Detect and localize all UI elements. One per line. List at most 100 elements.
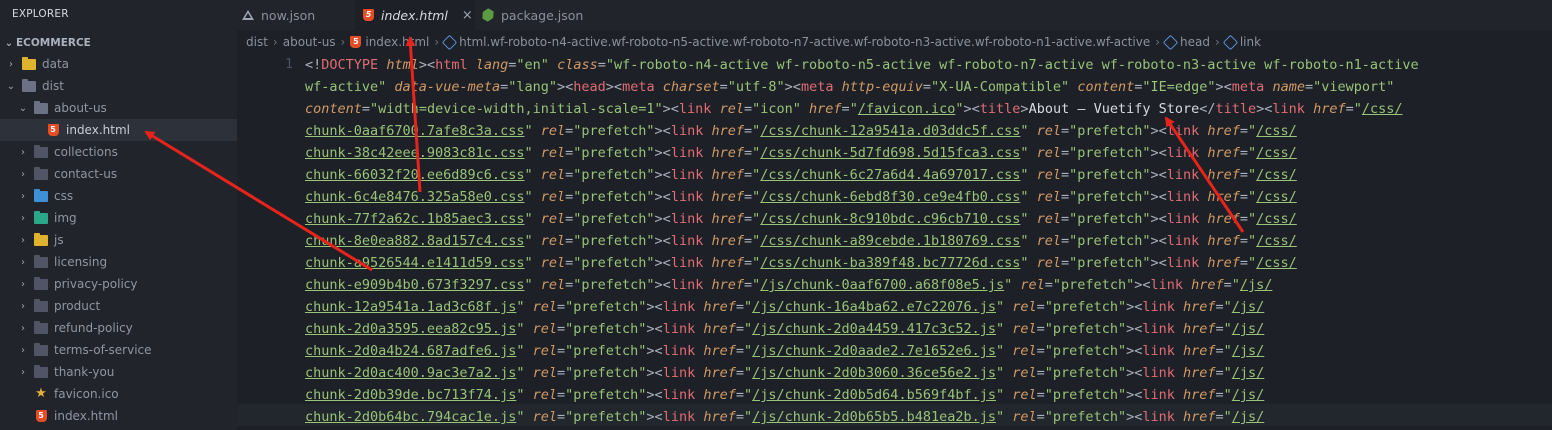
tab-now-json[interactable]: now.json xyxy=(237,0,355,30)
code-token: link xyxy=(1166,167,1200,183)
html5-icon: 5 xyxy=(45,123,61,137)
folder-blue-icon xyxy=(33,188,49,203)
breadcrumb-item[interactable]: link xyxy=(1240,35,1261,49)
code-line: chunk-0aaf6700.7afe8c3a.css" rel="prefet… xyxy=(305,120,1419,142)
tab-bar: now.json 5 index.html × package.json xyxy=(237,0,1552,30)
code-token: = xyxy=(735,343,744,359)
tree-item[interactable]: › data xyxy=(0,53,237,75)
workspace-root-label: ECOMMERCE xyxy=(16,37,91,49)
tree-item[interactable]: › refund-policy xyxy=(0,317,237,339)
breadcrumb-item[interactable]: index.html xyxy=(365,35,429,49)
code-token: /css/ xyxy=(1361,101,1403,117)
tree-item[interactable]: ⌄ dist xyxy=(0,75,237,97)
breadcrumb-item[interactable]: about-us xyxy=(283,35,336,49)
breadcrumb-item[interactable]: head xyxy=(1180,35,1210,49)
code-token: href xyxy=(1191,277,1224,293)
tree-item[interactable]: 5 index.html xyxy=(0,119,237,141)
code-token: >< xyxy=(654,211,671,227)
code-token: href xyxy=(1207,233,1240,249)
tab-index-html[interactable]: 5 index.html × xyxy=(355,0,475,30)
code-token: " xyxy=(1248,145,1257,161)
code-token: /js/chunk-2d0aade2.7e1652e6.js xyxy=(752,343,996,359)
code-token: /js/ xyxy=(1231,321,1265,337)
code-content[interactable]: <!DOCTYPE html><html lang="en" class="wf… xyxy=(305,54,1419,428)
tree-item[interactable]: 5 index.html xyxy=(0,405,237,427)
code-token: "prefetch" xyxy=(1069,233,1151,249)
code-token: link xyxy=(662,409,696,425)
code-token: chunk-2d0a4b24.687adfe6.js xyxy=(305,343,517,359)
code-token: " xyxy=(1020,123,1029,139)
tree-item[interactable]: › product xyxy=(0,295,237,317)
close-icon[interactable]: × xyxy=(462,8,473,23)
breadcrumb-separator: › xyxy=(1155,35,1161,49)
tree-item[interactable]: › collections xyxy=(0,141,237,163)
code-editor[interactable]: 1 <!DOCTYPE html><html lang="en" class="… xyxy=(237,52,1552,430)
folder-icon xyxy=(33,342,49,357)
tree-item[interactable]: ★ favicon.ico xyxy=(0,383,237,405)
code-token: >< xyxy=(418,57,436,73)
code-token: " xyxy=(1020,167,1029,183)
breadcrumb-item[interactable]: dist xyxy=(246,35,268,49)
code-token: >< xyxy=(1150,255,1167,271)
code-token: " xyxy=(744,365,753,381)
tree-item[interactable]: › contact-us xyxy=(0,163,237,185)
code-token: = xyxy=(1061,123,1070,139)
workspace-root[interactable]: ⌄ ECOMMERCE xyxy=(0,33,237,53)
code-token: = xyxy=(557,299,566,315)
tree-item-label: data xyxy=(42,57,70,71)
tree-item[interactable]: ⌄ about-us xyxy=(0,97,237,119)
tree-item[interactable]: › terms-of-service xyxy=(0,339,237,361)
breadcrumb-item[interactable]: html.wf-roboto-n4-active.wf-roboto-n5-ac… xyxy=(459,35,1150,49)
code-token: " xyxy=(1248,211,1257,227)
code-token: lang xyxy=(475,57,509,73)
code-token: " xyxy=(995,387,1005,403)
code-token: >< xyxy=(1150,233,1167,249)
code-token: = xyxy=(735,387,744,403)
code-token: >< xyxy=(646,387,663,403)
code-token: DOCTYPE xyxy=(321,57,379,73)
folder-open-icon xyxy=(21,78,37,93)
code-token: /css/chunk-ba389f48.bc77726d.css xyxy=(760,255,1021,271)
code-token: chunk-0aaf6700.7afe8c3a.css xyxy=(305,123,525,139)
code-token: /js/chunk-2d0b3060.36ce56e2.js xyxy=(752,365,996,381)
code-token: link xyxy=(670,189,704,205)
code-line: chunk-8e0ea882.8ad157c4.css" rel="prefet… xyxy=(305,230,1419,252)
code-token: >< xyxy=(654,123,671,139)
code-token: " xyxy=(995,299,1005,315)
code-token: = xyxy=(1061,255,1070,271)
code-token: = xyxy=(743,145,753,161)
tree-item[interactable]: › css xyxy=(0,185,237,207)
code-token: " xyxy=(1248,189,1257,205)
code-token: " xyxy=(524,123,533,139)
code-token: " xyxy=(1020,233,1029,249)
folder-icon xyxy=(33,276,49,291)
code-token: rel xyxy=(532,409,557,425)
tree-item[interactable]: › img xyxy=(0,207,237,229)
code-token: link xyxy=(1150,277,1183,293)
tree-item[interactable]: › thank-you xyxy=(0,361,237,383)
code-token: >< xyxy=(662,101,679,117)
code-token: " xyxy=(1248,123,1257,139)
code-token: = xyxy=(557,387,566,403)
tree-item-label: refund-policy xyxy=(54,321,133,335)
code-token: " xyxy=(524,167,533,183)
code-token: href xyxy=(1183,365,1216,381)
code-token: = xyxy=(743,255,753,271)
code-token: link xyxy=(1142,299,1175,315)
element-cube-icon xyxy=(1162,34,1179,50)
tab-package-json[interactable]: package.json xyxy=(482,0,602,30)
code-token: rel xyxy=(532,387,557,403)
tree-item[interactable]: › licensing xyxy=(0,251,237,273)
tree-item[interactable]: › privacy-policy xyxy=(0,273,237,295)
chevron-right-icon: › xyxy=(21,366,25,378)
code-token: rel xyxy=(1036,255,1062,271)
code-token: title xyxy=(1215,101,1257,117)
code-token: link xyxy=(1166,145,1200,161)
code-token: /js/ xyxy=(1231,409,1265,425)
tree-item[interactable]: › js xyxy=(0,229,237,251)
